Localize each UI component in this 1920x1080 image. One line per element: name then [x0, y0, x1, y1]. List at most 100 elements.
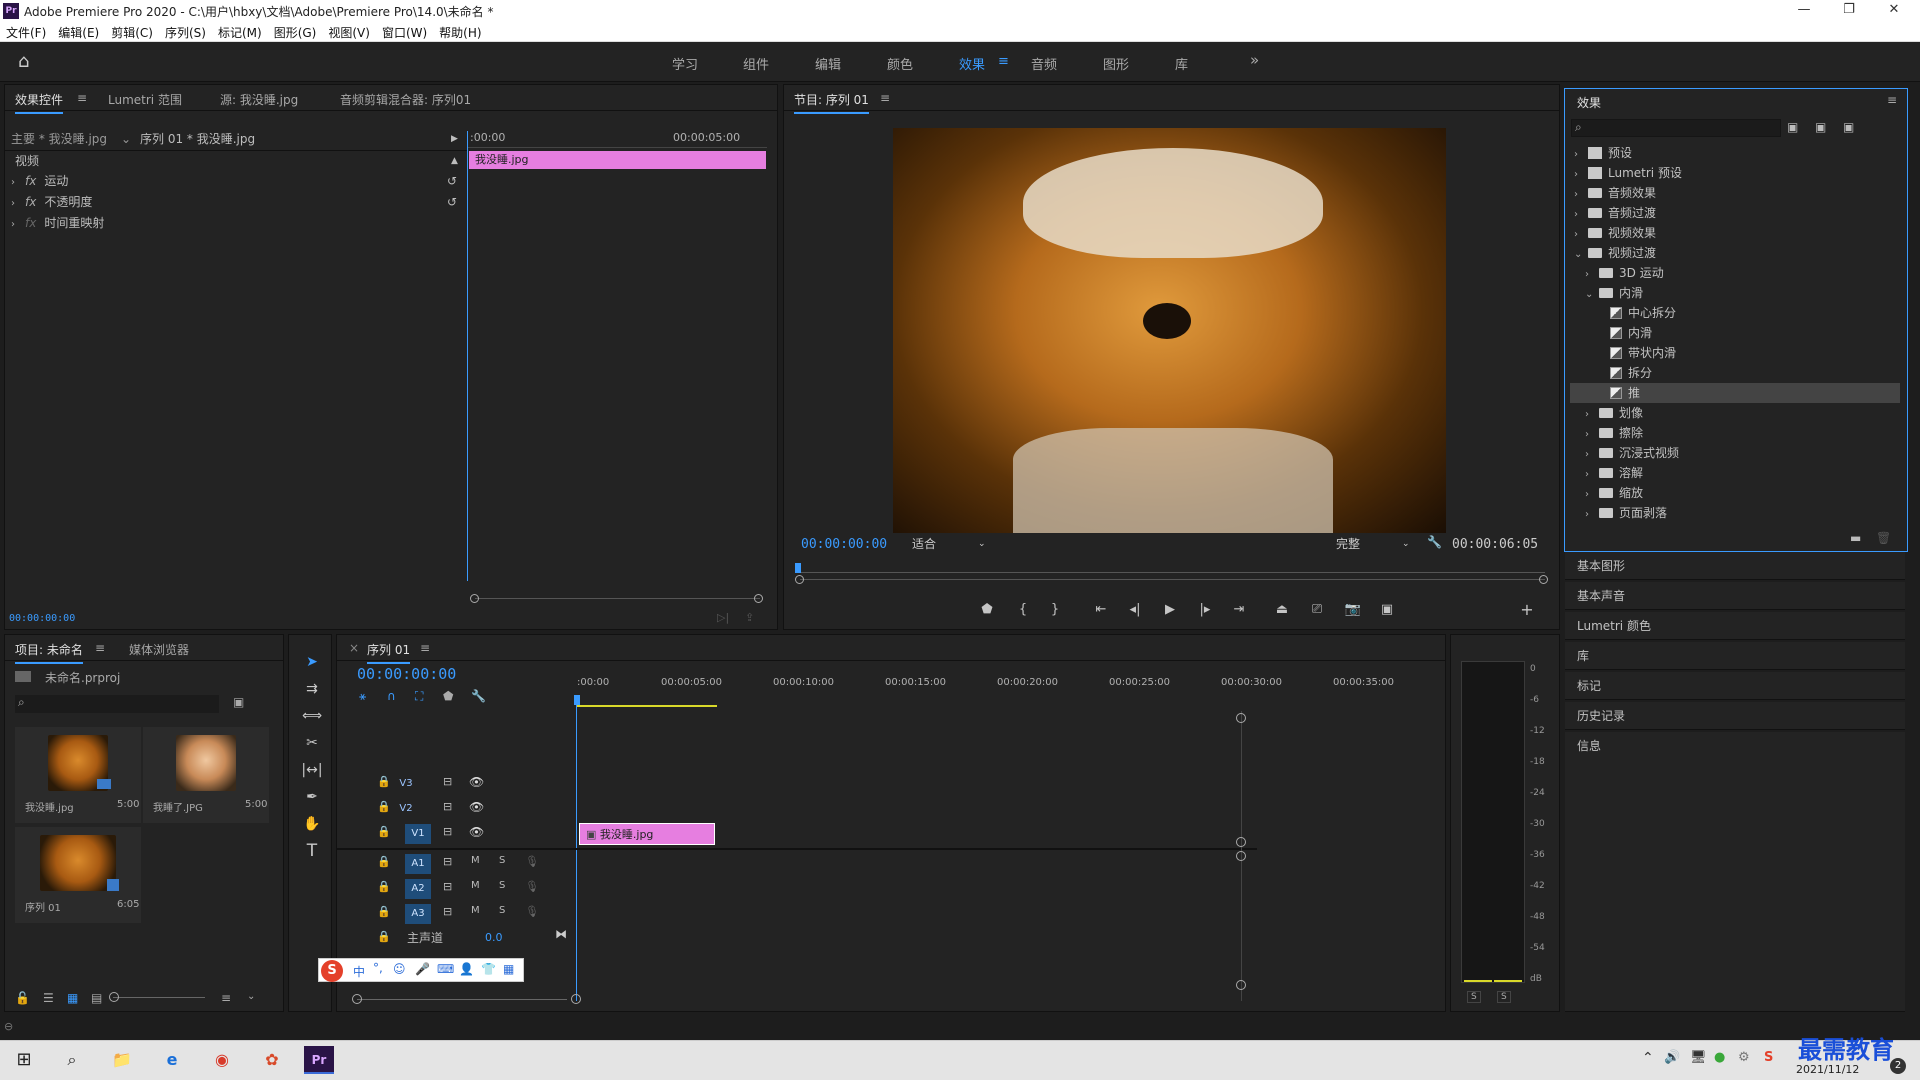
- mark-in-icon[interactable]: {: [1013, 600, 1033, 620]
- effects-tree-item[interactable]: ⌄ 内滑: [1570, 283, 1900, 303]
- panel-essential-graphics[interactable]: 基本图形: [1565, 552, 1905, 580]
- lock-v1-icon[interactable]: 🔒: [377, 825, 391, 838]
- tab-source[interactable]: 源: 我没睡.jpg: [220, 91, 298, 108]
- ec-zoom-handle-right[interactable]: [754, 594, 763, 603]
- ime-chinese-toggle[interactable]: 中: [353, 963, 365, 980]
- workspace-audio[interactable]: 音频: [1031, 54, 1057, 73]
- program-zoom-bar[interactable]: [800, 579, 1545, 580]
- add-marker-icon[interactable]: ⬟: [443, 689, 453, 703]
- sync-lock-icon[interactable]: ⊟: [443, 855, 452, 868]
- program-playhead[interactable]: [795, 563, 801, 573]
- sogou-logo-icon[interactable]: S: [321, 960, 343, 982]
- slip-tool-icon[interactable]: |↔|: [300, 758, 324, 782]
- go-to-end-icon[interactable]: ⧓: [555, 927, 567, 941]
- menu-graphics[interactable]: 图形(G): [268, 22, 323, 43]
- tab-lumetri-scopes[interactable]: Lumetri 范围: [108, 91, 182, 108]
- file-explorer-icon[interactable]: 📁: [106, 1046, 138, 1074]
- restore-icon[interactable]: ❐: [1829, 2, 1869, 20]
- effects-panel-menu-icon[interactable]: ≡: [1887, 93, 1897, 107]
- quality-dropdown[interactable]: 完整 ⌄: [1332, 535, 1414, 553]
- paint-app-icon[interactable]: ✿: [256, 1046, 288, 1074]
- reset-opacity-icon[interactable]: ↺: [447, 192, 457, 212]
- menu-clip[interactable]: 剪辑(C): [105, 22, 159, 43]
- program-monitor-title[interactable]: 节目: 序列 01: [794, 91, 869, 114]
- chevron-right-icon[interactable]: ›: [1585, 405, 1599, 425]
- ec-filter-icon[interactable]: ▷|: [717, 611, 729, 624]
- accelerated-effects-icon[interactable]: ▣: [1787, 120, 1798, 134]
- menu-file[interactable]: 文件(F): [0, 22, 52, 43]
- vscroll-handle-bottom[interactable]: [1236, 980, 1246, 990]
- chrome-icon[interactable]: ◉: [206, 1046, 238, 1074]
- effects-tree-item[interactable]: 推: [1570, 383, 1900, 403]
- keyboard-icon[interactable]: ⌨: [437, 962, 454, 976]
- type-tool-icon[interactable]: T: [300, 839, 324, 863]
- effects-tree-item[interactable]: 带状内滑: [1570, 343, 1900, 363]
- lock-v2-icon[interactable]: 🔒: [377, 800, 391, 813]
- collapse-up-icon[interactable]: ▲: [451, 151, 458, 171]
- edge-browser-icon[interactable]: e: [156, 1046, 188, 1074]
- volume-icon[interactable]: 🔊: [1664, 1050, 1680, 1065]
- program-menu-icon[interactable]: ≡: [880, 91, 890, 105]
- chevron-right-icon[interactable]: ›: [1585, 485, 1599, 505]
- effects-tree-item[interactable]: › 3D 运动: [1570, 263, 1900, 283]
- sync-lock-icon[interactable]: ⊟: [443, 800, 452, 813]
- ripple-edit-tool-icon[interactable]: ⟺: [300, 704, 324, 728]
- workspace-effects[interactable]: 效果: [959, 54, 985, 73]
- project-menu-icon[interactable]: ≡: [95, 641, 105, 655]
- lock-v3-icon[interactable]: 🔒: [377, 775, 391, 788]
- project-item-2[interactable]: 我睡了.JPG 5:00: [143, 727, 269, 823]
- effects-panel-title[interactable]: 效果: [1577, 94, 1601, 111]
- program-time-ruler[interactable]: [800, 572, 1545, 573]
- timeline-playhead[interactable]: [576, 705, 577, 1001]
- panel-history[interactable]: 历史记录: [1565, 702, 1905, 730]
- workspace-more-icon[interactable]: »: [1250, 51, 1259, 69]
- solo-a3-button[interactable]: S: [499, 905, 505, 916]
- tab-menu-icon[interactable]: ≡: [77, 91, 87, 105]
- panel-markers[interactable]: 标记: [1565, 672, 1905, 700]
- compare-view-icon[interactable]: ▣: [1377, 600, 1397, 620]
- timeline-settings-icon[interactable]: 🔧: [471, 689, 486, 703]
- chevron-right-icon[interactable]: ›: [1574, 225, 1588, 245]
- new-search-bin-icon[interactable]: ▣: [233, 695, 244, 709]
- delete-icon[interactable]: 🗑: [1876, 531, 1891, 545]
- effects-tree-item[interactable]: › 页面剥落: [1570, 503, 1900, 523]
- solo-a2-button[interactable]: S: [499, 880, 505, 891]
- project-item-3[interactable]: 序列 01 6:05: [15, 827, 141, 923]
- chevron-right-icon[interactable]: ›: [1585, 445, 1599, 465]
- menu-help[interactable]: 帮助(H): [433, 22, 487, 43]
- notification-badge[interactable]: 2: [1890, 1058, 1906, 1074]
- chevron-down-icon[interactable]: ⌄: [1574, 245, 1588, 265]
- effects-search-input[interactable]: ⌕: [1571, 119, 1781, 137]
- lock-icon[interactable]: 🔓: [15, 991, 30, 1005]
- ec-timecode[interactable]: 00:00:00:00: [9, 613, 75, 624]
- fx-icon[interactable]: fx: [25, 195, 36, 209]
- expand-icon[interactable]: ›: [11, 173, 25, 193]
- lock-a1-icon[interactable]: 🔒: [377, 855, 391, 868]
- toolbox-icon[interactable]: ▦: [503, 962, 514, 976]
- sync-lock-icon[interactable]: ⊟: [443, 775, 452, 788]
- linked-selection-icon[interactable]: ⛶: [415, 689, 423, 704]
- icon-view-icon[interactable]: ▦: [67, 991, 78, 1005]
- project-item-1[interactable]: 我没睡.jpg 5:00: [15, 727, 141, 823]
- project-search-input[interactable]: ⌕: [15, 695, 219, 713]
- menu-view[interactable]: 视图(V): [322, 22, 376, 43]
- ec-zoom-handle-left[interactable]: [470, 594, 479, 603]
- track-a2-label[interactable]: A2: [405, 879, 431, 899]
- tab-effect-controls[interactable]: 效果控件: [15, 91, 64, 114]
- workspace-editing[interactable]: 编辑: [815, 54, 841, 73]
- ec-clip-bar[interactable]: 我没睡.jpg: [469, 151, 766, 169]
- panel-lumetri-color[interactable]: Lumetri 颜色: [1565, 612, 1905, 640]
- tab-sequence-01[interactable]: 序列 01: [367, 641, 411, 664]
- close-icon[interactable]: ✕: [1874, 2, 1914, 20]
- ec-zoom-bar[interactable]: [475, 598, 760, 599]
- prop-motion[interactable]: › fx 运动: [11, 171, 68, 191]
- pen-tool-icon[interactable]: ✒: [300, 785, 324, 809]
- minimize-icon[interactable]: —: [1784, 2, 1824, 20]
- 32bit-effects-icon[interactable]: ▣: [1815, 120, 1826, 134]
- effects-tree-item[interactable]: 中心拆分: [1570, 303, 1900, 323]
- prop-time-remap[interactable]: › fx 时间重映射: [11, 213, 104, 233]
- extract-icon[interactable]: ⎚: [1307, 600, 1327, 620]
- chevron-right-icon[interactable]: ›: [1585, 505, 1599, 525]
- snap-icon[interactable]: ∩: [387, 689, 396, 703]
- menu-sequence[interactable]: 序列(S): [159, 22, 212, 43]
